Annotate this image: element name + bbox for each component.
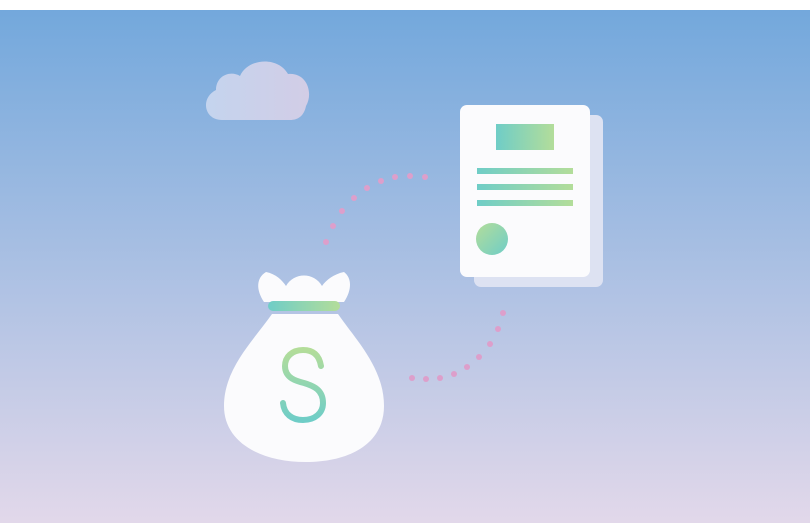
transfer-dot	[330, 223, 336, 229]
sky-background	[0, 10, 810, 523]
transfer-dot	[500, 310, 506, 316]
transfer-dot	[392, 174, 398, 180]
transfer-dot	[495, 326, 501, 332]
transfer-dot	[407, 173, 413, 179]
transfer-dot	[323, 239, 329, 245]
money-bag-band	[268, 301, 340, 311]
money-bag-top	[258, 272, 350, 302]
transfer-dot	[409, 375, 415, 381]
document-line	[477, 200, 573, 206]
transfer-dot	[451, 371, 457, 377]
illustration-frame	[0, 10, 810, 523]
document-line	[477, 168, 573, 174]
transfer-dot	[476, 354, 482, 360]
transfer-dot	[339, 208, 345, 214]
document-line	[477, 184, 573, 190]
transfer-dot	[351, 195, 357, 201]
document-seal	[476, 223, 508, 255]
transfer-dot	[378, 178, 384, 184]
transfer-dot	[464, 364, 470, 370]
transfer-dot	[437, 375, 443, 381]
transfer-dot	[364, 185, 370, 191]
payment-illustration	[0, 10, 810, 523]
transfer-dot	[422, 174, 428, 180]
document-icon	[460, 105, 603, 287]
transfer-dot	[423, 376, 429, 382]
document-header-block	[496, 124, 554, 150]
transfer-dot	[487, 341, 493, 347]
